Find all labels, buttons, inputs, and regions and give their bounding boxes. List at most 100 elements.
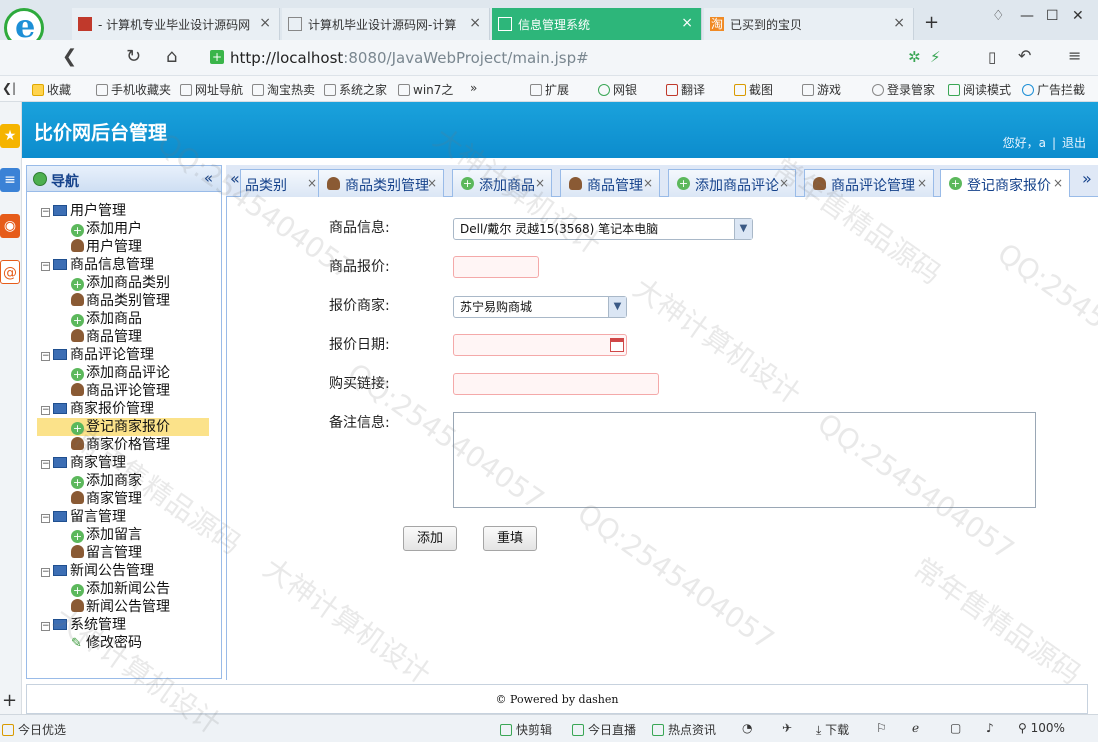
status-today-picks[interactable]: 今日优选 xyxy=(2,721,66,738)
status-item[interactable]: 快剪辑 xyxy=(500,721,552,738)
submit-button[interactable]: 添加 xyxy=(403,526,457,551)
expand-icon[interactable]: − xyxy=(41,568,50,577)
undo-icon[interactable]: ↶ xyxy=(1018,46,1031,65)
add-sidebar-icon[interactable]: + xyxy=(2,690,17,711)
bookmark-item[interactable]: 扩展 xyxy=(530,81,569,98)
calendar-icon[interactable] xyxy=(610,338,624,352)
tree-item[interactable]: 商品类别管理 xyxy=(37,292,209,310)
home-button[interactable]: ⌂ xyxy=(166,46,177,67)
mail-icon[interactable]: @ xyxy=(0,260,20,284)
bookmark-item[interactable]: 翻译 xyxy=(666,81,705,98)
status-item[interactable]: ⤓ 下载 xyxy=(816,721,849,738)
merchant-select[interactable]: 苏宁易购商城 ▼ xyxy=(453,296,627,318)
refresh-button[interactable]: ↻ xyxy=(126,46,141,67)
expand-icon[interactable]: − xyxy=(41,514,50,523)
bookmark-item[interactable]: 广告拦截 xyxy=(1022,81,1085,98)
close-icon[interactable]: × xyxy=(779,176,789,190)
status-item[interactable]: 热点资讯 xyxy=(652,721,716,738)
favorites-icon[interactable]: ★ xyxy=(0,124,20,148)
tab-product-category-manage[interactable]: 商品类别管理 × xyxy=(318,169,444,197)
skin-icon[interactable]: ♢ xyxy=(992,8,1005,24)
expand-icon[interactable]: − xyxy=(41,460,50,469)
tree-item[interactable]: 新闻公告管理 xyxy=(37,598,209,616)
tree-group[interactable]: − 商品评论管理 xyxy=(41,346,154,364)
close-icon[interactable]: × xyxy=(1053,176,1063,190)
tab-scroll-right-icon[interactable]: » xyxy=(1082,169,1092,188)
expand-icon[interactable]: − xyxy=(41,208,50,217)
tree-item[interactable]: ✎ 修改密码 xyxy=(37,634,209,652)
tree-item[interactable]: + 添加用户 xyxy=(37,220,209,238)
expand-icon[interactable]: − xyxy=(41,352,50,361)
tree-item[interactable]: 商家管理 xyxy=(37,490,209,508)
tree-item[interactable]: + 添加商家 xyxy=(37,472,209,490)
tab-comment-manage[interactable]: 商品评论管理 × xyxy=(804,169,934,197)
tools-icon[interactable]: ✈ xyxy=(782,721,792,735)
close-icon[interactable]: × xyxy=(427,176,437,190)
tree-item[interactable]: 留言管理 xyxy=(37,544,209,562)
tree-item[interactable]: 商家价格管理 xyxy=(37,436,209,454)
tree-item[interactable]: + 添加新闻公告 xyxy=(37,580,209,598)
weibo-icon[interactable]: ◉ xyxy=(0,214,20,238)
minimize-button[interactable]: — xyxy=(1020,8,1034,24)
tree-group[interactable]: − 商家管理 xyxy=(41,454,126,472)
bookmark-item[interactable]: 淘宝热卖 xyxy=(252,81,315,98)
maximize-button[interactable]: ☐ xyxy=(1046,8,1059,24)
expand-icon[interactable]: − xyxy=(41,262,50,271)
tab-add-product[interactable]: + 添加商品 × xyxy=(452,169,552,197)
bookmark-item[interactable]: 截图 xyxy=(734,81,773,98)
accelerate-icon[interactable]: ✲ xyxy=(908,48,921,66)
close-icon[interactable]: × xyxy=(535,176,545,190)
tree-item[interactable]: 商品评论管理 xyxy=(37,382,209,400)
link-input[interactable] xyxy=(453,373,659,395)
close-icon[interactable]: × xyxy=(643,176,653,190)
tab-product-manage[interactable]: 商品管理 × xyxy=(560,169,660,197)
bookmark-item[interactable]: 登录管家 xyxy=(872,81,935,98)
zoom-control[interactable]: ⚲ 100% xyxy=(1018,721,1065,735)
url-input[interactable]: + http://localhost:8080/JavaWebProject/m… xyxy=(200,44,900,72)
browser-tab-3[interactable]: 信息管理系统 × xyxy=(492,8,702,40)
bookmark-item[interactable]: 收藏 xyxy=(32,81,71,98)
tree-item[interactable]: + 登记商家报价 xyxy=(37,418,209,436)
tree-group[interactable]: − 新闻公告管理 xyxy=(41,562,154,580)
bookmark-item[interactable]: 阅读模式 xyxy=(948,81,1011,98)
tree-item[interactable]: + 添加商品 xyxy=(37,310,209,328)
flag-icon[interactable]: ⚐ xyxy=(876,721,887,735)
speed-icon[interactable]: ◔ xyxy=(742,721,752,735)
close-icon[interactable]: × xyxy=(307,176,317,190)
status-item[interactable]: 今日直播 xyxy=(572,721,636,738)
bookmark-toggle-icon[interactable]: ❮| xyxy=(2,81,16,95)
new-tab-button[interactable]: + xyxy=(924,12,939,33)
tree-group[interactable]: − 商品信息管理 xyxy=(41,256,154,274)
tree-group[interactable]: − 商家报价管理 xyxy=(41,400,154,418)
tree-item[interactable]: 商品管理 xyxy=(37,328,209,346)
bookmark-item[interactable]: 网银 xyxy=(598,81,637,98)
menu-icon[interactable]: ≡ xyxy=(1068,46,1081,65)
volume-icon[interactable]: ♪ xyxy=(986,721,994,735)
close-icon[interactable]: × xyxy=(917,176,927,190)
close-icon[interactable]: × xyxy=(893,15,905,31)
tree-item[interactable]: + 添加留言 xyxy=(37,526,209,544)
bookmark-item[interactable]: 游戏 xyxy=(802,81,841,98)
tab-register-quote[interactable]: + 登记商家报价 × xyxy=(940,169,1070,198)
browser-tab-1[interactable]: - 计算机专业毕业设计源码网 × xyxy=(72,8,280,40)
bookmark-item[interactable]: 网址导航 xyxy=(180,81,243,98)
lightning-icon[interactable]: ⚡ xyxy=(930,48,941,66)
close-icon[interactable]: × xyxy=(469,15,481,31)
browser-tab-2[interactable]: 计算机毕业设计源码网-计算 × xyxy=(282,8,490,40)
bookmark-item[interactable]: 系统之家 xyxy=(324,81,387,98)
ie-icon[interactable]: ℯ xyxy=(912,721,919,735)
price-input[interactable] xyxy=(453,256,539,278)
expand-icon[interactable]: − xyxy=(41,622,50,631)
note-textarea[interactable] xyxy=(453,412,1036,508)
collapse-icon[interactable]: « xyxy=(204,169,213,187)
back-button[interactable]: ❮ xyxy=(62,46,77,67)
tree-item[interactable]: + 添加商品评论 xyxy=(37,364,209,382)
logout-link[interactable]: 退出 xyxy=(1062,136,1086,150)
tree-group[interactable]: − 用户管理 xyxy=(41,202,126,220)
close-icon[interactable]: × xyxy=(681,15,693,31)
product-select[interactable]: Dell/戴尔 灵越15(3568) 笔记本电脑 ▼ xyxy=(453,218,753,240)
bookmark-item[interactable]: 手机收藏夹 xyxy=(96,81,171,98)
close-icon[interactable]: × xyxy=(259,15,271,31)
expand-icon[interactable]: − xyxy=(41,406,50,415)
tree-group[interactable]: − 留言管理 xyxy=(41,508,126,526)
